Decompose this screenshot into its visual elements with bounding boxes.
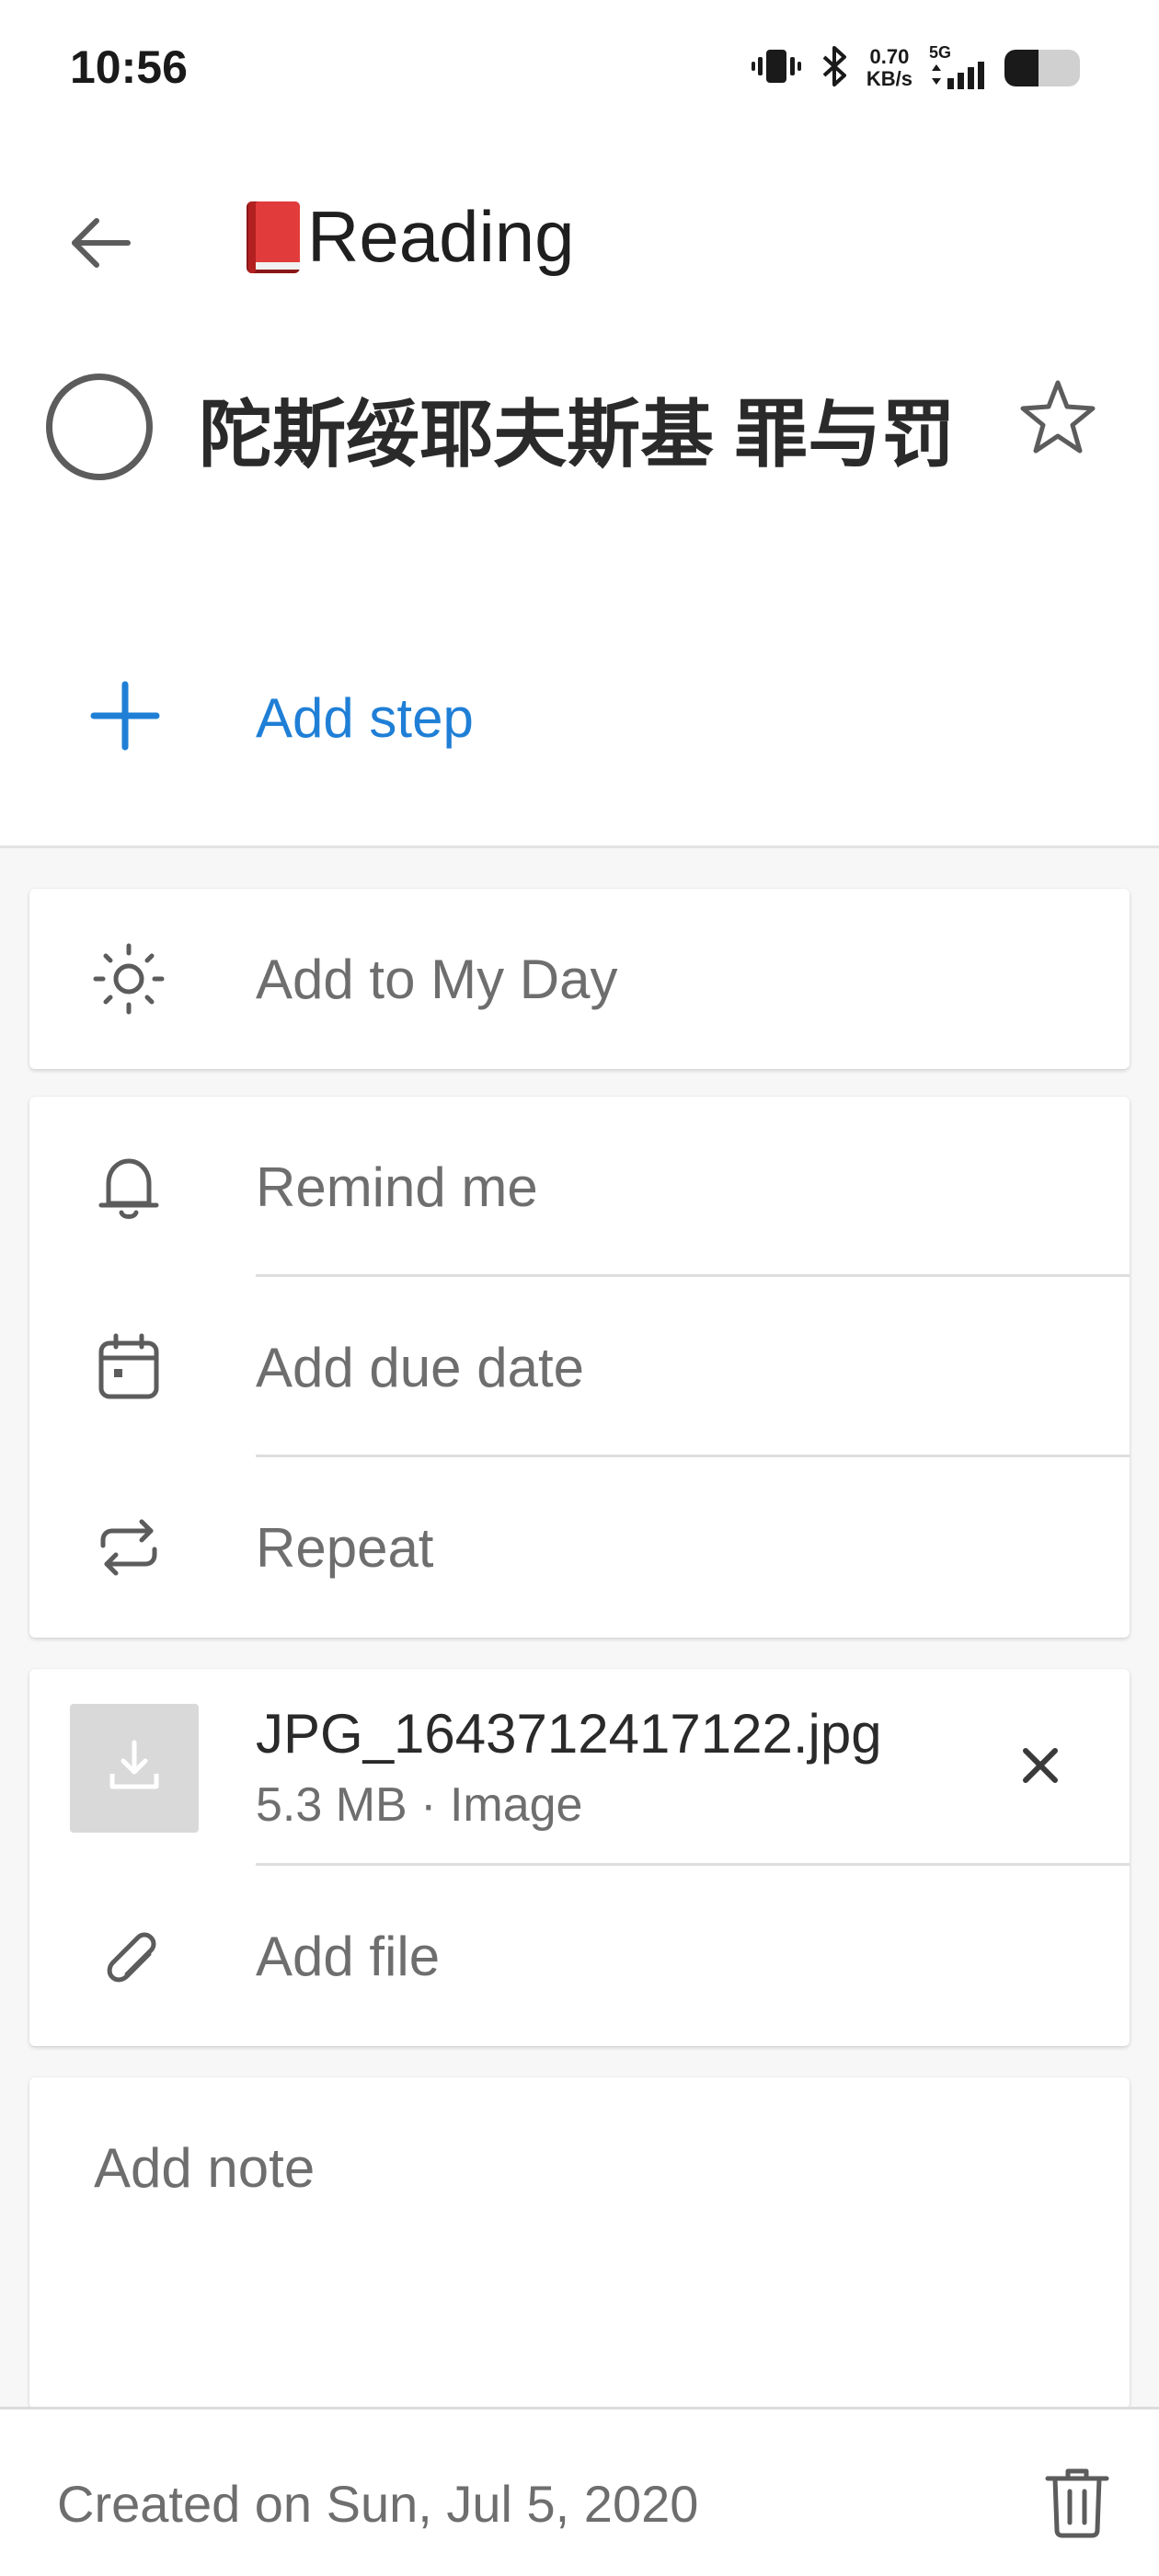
calendar-icon [85,1323,173,1411]
importance-star-button[interactable] [1019,377,1096,460]
repeat-row[interactable]: Repeat [29,1457,1130,1638]
network-speed: 0.70 KB/s [866,46,912,90]
plus-icon [88,679,162,757]
files-card: JPG_1643712417122.jpg 5.3 MB · Image Add… [29,1669,1130,2046]
network-type: 5G [929,42,952,62]
sun-icon [85,935,173,1023]
add-due-date-row[interactable]: Add due date [29,1277,1130,1457]
network-speed-unit: KB/s [866,67,912,90]
trash-icon [1042,2466,1112,2544]
remind-me-row[interactable]: Remind me [29,1097,1130,1277]
add-to-my-day-label: Add to My Day [256,948,618,1010]
repeat-label: Repeat [256,1516,434,1579]
network-speed-value: 0.70 [869,45,910,68]
delete-task-button[interactable] [1036,2463,1119,2546]
my-day-card: Add to My Day [29,889,1130,1069]
status-bar: 10:56 0.70 KB/s 5G [0,0,1159,138]
battery-icon [1004,50,1080,86]
note-placeholder: Add note [94,2137,316,2199]
download-icon [105,1737,164,1800]
add-step-button[interactable]: Add step [88,672,732,764]
file-thumbnail[interactable] [70,1704,199,1833]
footer-bar: Created on Sun, Jul 5, 2020 [0,2407,1159,2576]
attachment-file-meta: 5.3 MB · Image [256,1778,583,1832]
bell-icon [85,1143,173,1231]
vibrate-icon [751,44,802,93]
add-due-date-label: Add due date [256,1336,584,1398]
list-title-text: Reading [307,196,575,277]
battery-fill [1004,50,1039,86]
list-title: Reading [245,195,575,279]
task-title[interactable]: 陀斯绥耶夫斯基 罪与罚 [199,379,990,491]
created-date-text: Created on Sun, Jul 5, 2020 [57,2475,699,2533]
star-icon [1019,380,1096,458]
attachment-file-name: JPG_1643712417122.jpg [256,1703,882,1765]
status-time: 10:56 [70,41,188,93]
red-book-icon [245,200,302,275]
signal-group: 5G [929,43,988,94]
attachment-row[interactable]: JPG_1643712417122.jpg 5.3 MB · Image [29,1669,1130,1866]
back-button[interactable] [55,201,143,289]
bluetooth-icon [819,44,850,93]
add-step-label: Add step [256,686,474,749]
remove-attachment-button[interactable] [1008,1735,1073,1800]
close-icon [1020,1745,1061,1790]
complete-task-checkbox[interactable] [46,374,153,480]
add-file-label: Add file [256,1925,441,1987]
signal-icon [929,61,988,94]
scheduling-card: Remind me Add due date Repeat [29,1097,1130,1638]
paperclip-icon [85,1912,173,2000]
add-to-my-day-row[interactable]: Add to My Day [29,889,1130,1069]
status-icons: 0.70 KB/s 5G [751,42,1080,94]
task-header-section: Reading 陀斯绥耶夫斯基 罪与罚 Add step [0,138,1159,848]
note-input[interactable]: Add note [29,2077,1130,2409]
repeat-icon [85,1503,173,1592]
arrow-left-icon [67,215,132,275]
remind-me-label: Remind me [256,1156,538,1218]
add-file-row[interactable]: Add file [29,1866,1130,2046]
